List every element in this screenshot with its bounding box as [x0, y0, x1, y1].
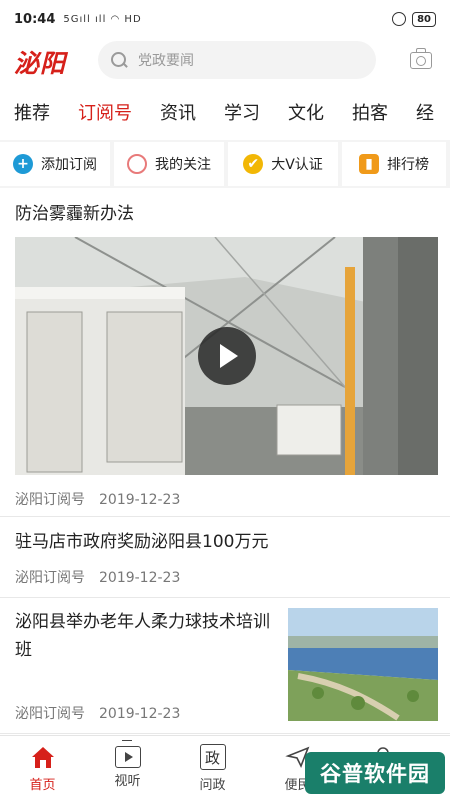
- quick-actions: + 添加订阅 我的关注 ✔ 大V认证 ▮ 排行榜: [0, 140, 450, 188]
- ranking-icon: ▮: [359, 154, 379, 174]
- search-bar[interactable]: 党政要闻: [98, 41, 376, 79]
- category-tabs: 推荐 订阅号 资讯 学习 文化 拍客 经: [0, 96, 450, 136]
- status-time: 10:44: [14, 11, 56, 27]
- divider: [0, 516, 450, 517]
- article-title[interactable]: 防治雾霾新办法: [15, 200, 134, 228]
- watermark-logo: 谷普软件园: [305, 752, 445, 794]
- river-park-image: [288, 608, 438, 721]
- nav-home[interactable]: 首页: [0, 736, 85, 800]
- tab-study[interactable]: 学习: [210, 96, 274, 136]
- nav-home-label: 首页: [29, 778, 56, 793]
- signal-icons: 5Gıll ıll ◠ HD: [63, 13, 142, 25]
- government-icon: 政: [199, 744, 226, 770]
- nav-inquiry-label: 问政: [199, 778, 226, 793]
- tab-subscriptions[interactable]: 订阅号: [64, 96, 146, 136]
- plus-icon: +: [13, 154, 33, 174]
- article-title[interactable]: 驻马店市政府奖励泌阳县100万元: [15, 528, 268, 556]
- tab-recommend[interactable]: 推荐: [0, 96, 64, 136]
- article-thumbnail[interactable]: [288, 608, 438, 721]
- add-subscription-button[interactable]: + 添加订阅: [0, 142, 110, 186]
- divider: [0, 597, 450, 598]
- tv-icon: [114, 740, 141, 768]
- app-header: 泌阳 党政要闻: [0, 38, 450, 84]
- ranking-label: 排行榜: [387, 157, 429, 173]
- circle-icon: [127, 154, 147, 174]
- nav-inquiry[interactable]: 政 问政: [170, 736, 255, 800]
- tab-news[interactable]: 资讯: [146, 96, 210, 136]
- play-button[interactable]: [198, 327, 256, 385]
- article-title[interactable]: 泌阳县举办老年人柔力球技术培训班: [15, 608, 275, 664]
- article-source: 泌阳订阅号: [15, 492, 85, 508]
- v-badge-icon: ✔: [243, 154, 264, 174]
- tab-photo[interactable]: 拍客: [338, 96, 402, 136]
- ranking-button[interactable]: ▮ 排行榜: [342, 142, 446, 186]
- big-v-label: 大V认证: [271, 157, 323, 173]
- search-placeholder: 党政要闻: [138, 53, 194, 69]
- article-meta: 泌阳订阅号 2019-12-23: [15, 489, 180, 509]
- nav-media[interactable]: 视听: [85, 736, 170, 800]
- video-thumbnail[interactable]: [15, 237, 438, 475]
- article-meta: 泌阳订阅号 2019-12-23: [15, 567, 180, 587]
- tab-culture[interactable]: 文化: [274, 96, 338, 136]
- battery-indicator: 80: [412, 11, 436, 27]
- divider: [0, 733, 450, 734]
- rotation-lock-icon: [392, 12, 407, 26]
- home-icon: [31, 747, 54, 768]
- my-follows-label: 我的关注: [155, 157, 211, 173]
- tab-economy[interactable]: 经: [402, 96, 448, 136]
- article-source: 泌阳订阅号: [15, 570, 85, 586]
- big-v-certification-button[interactable]: ✔ 大V认证: [228, 142, 338, 186]
- my-follows-button[interactable]: 我的关注: [114, 142, 224, 186]
- status-bar: 10:44 5Gıll ıll ◠ HD 80: [0, 0, 450, 38]
- article-date: 2019-12-23: [99, 570, 181, 586]
- camera-icon[interactable]: [410, 48, 432, 69]
- article-date: 2019-12-23: [99, 492, 181, 508]
- app-logo: 泌阳: [14, 49, 67, 78]
- nav-media-label: 视听: [114, 774, 141, 789]
- article-meta: 泌阳订阅号 2019-12-23: [15, 703, 180, 723]
- add-subscription-label: 添加订阅: [41, 157, 97, 173]
- article-date: 2019-12-23: [99, 706, 181, 722]
- article-source: 泌阳订阅号: [15, 706, 85, 722]
- search-icon: [110, 51, 128, 69]
